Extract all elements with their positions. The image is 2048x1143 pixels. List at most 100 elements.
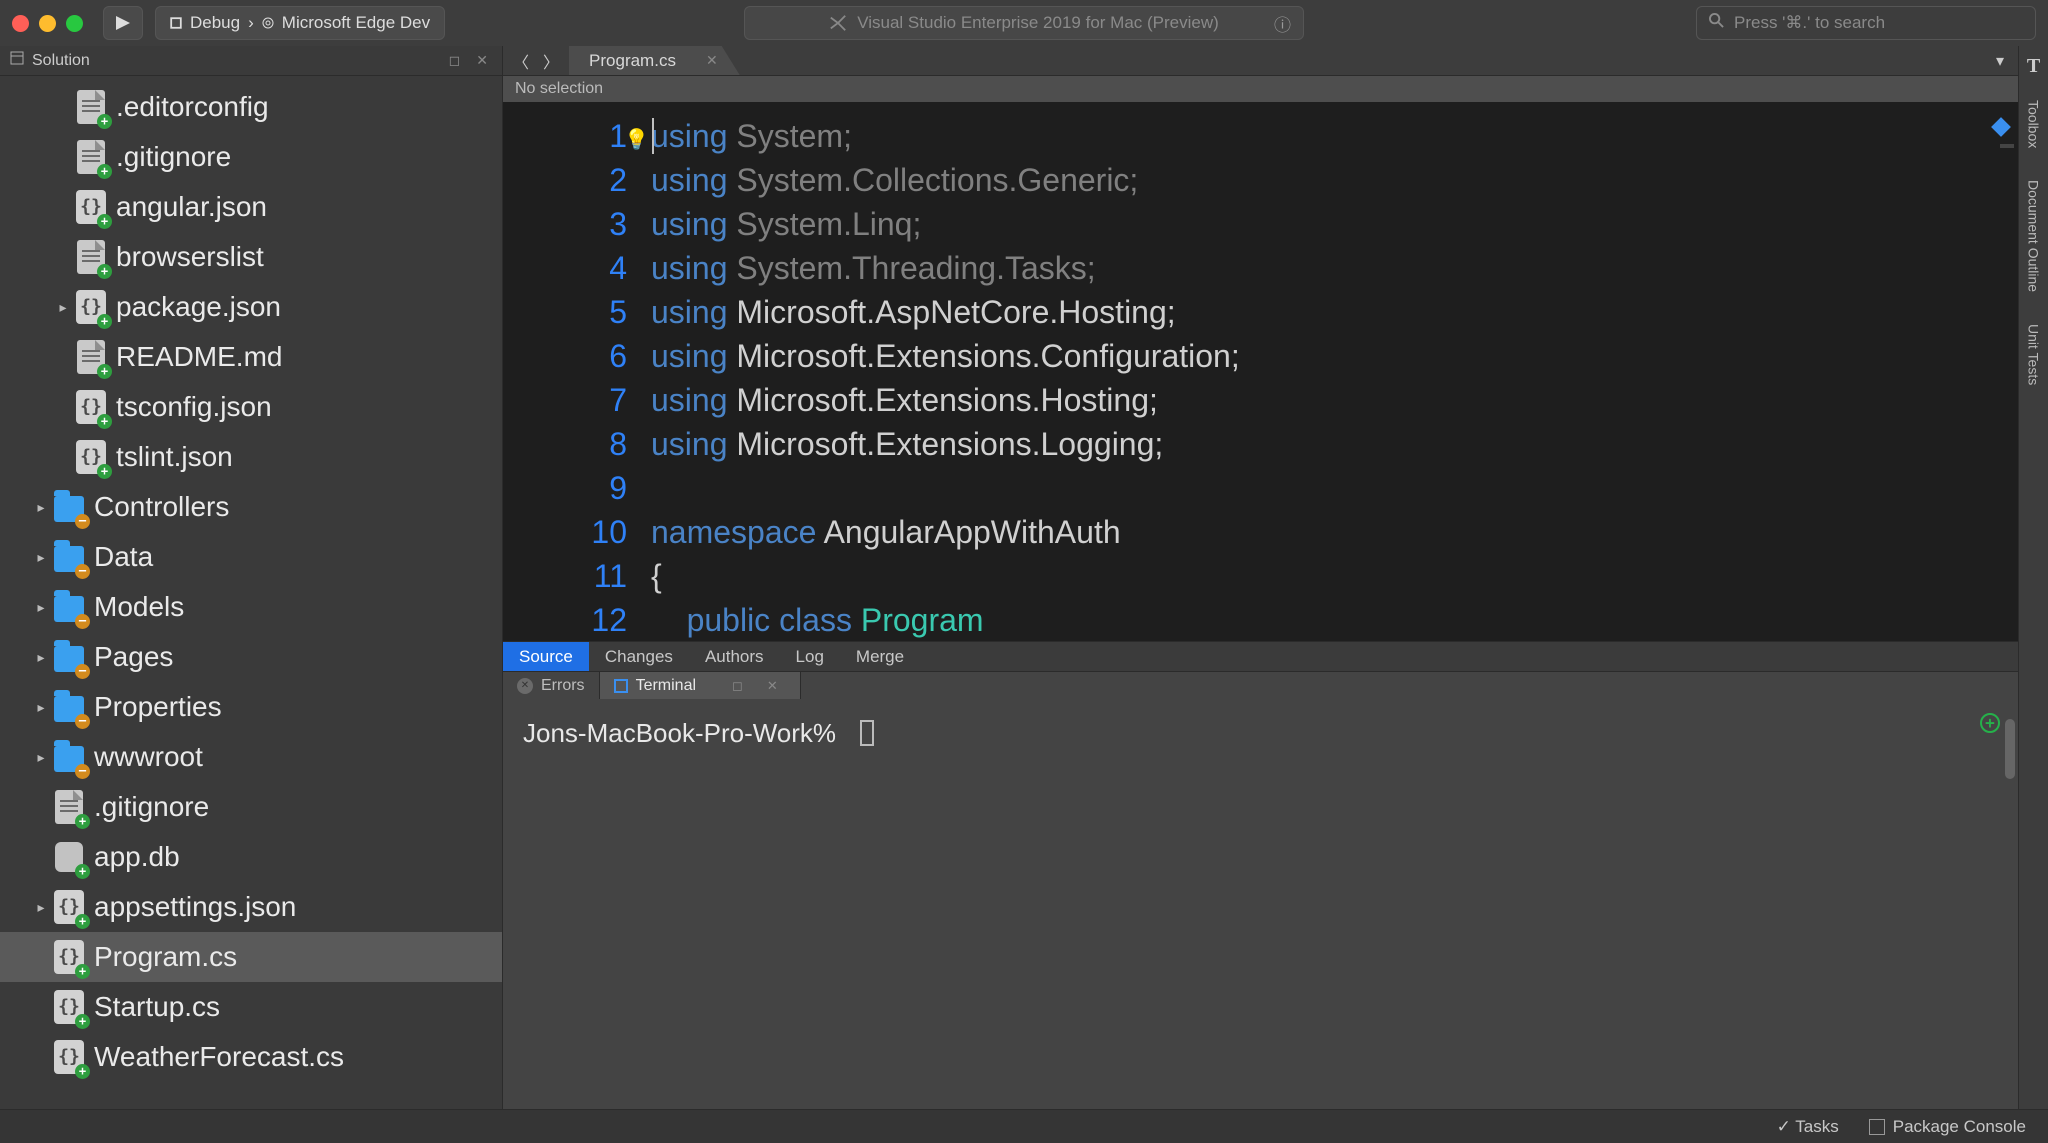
package-console-status[interactable]: Package Console [1869,1117,2026,1137]
source-control-tabs: SourceChangesAuthorsLogMerge [503,641,2018,671]
tree-item-label: package.json [116,291,281,323]
editor-tab-program[interactable]: Program.cs ✕ [569,46,740,75]
tasks-status[interactable]: Tasks [1777,1117,1839,1137]
package-console-label: Package Console [1893,1117,2026,1137]
overview-ruler[interactable] [1996,102,2018,641]
expander-icon[interactable]: ▸ [34,749,48,766]
tree-item-label: Controllers [94,491,229,523]
tree-item-label: WeatherForecast.cs [94,1041,344,1073]
new-terminal-icon[interactable]: + [1980,713,2000,733]
terminal-panel[interactable]: Jons-MacBook-Pro-Work% + [503,699,2018,1109]
solution-tree[interactable]: ▸.editorconfig▸.gitignore▸{}angular.json… [0,76,502,1109]
tree-item-label: Program.cs [94,941,237,973]
tree-item[interactable]: ▸{}angular.json [0,182,502,232]
bottom-panel-tabs: Errors Terminal ◻ ✕ [503,671,2018,699]
tree-item[interactable]: ▸Pages [0,632,502,682]
tree-item-label: wwwroot [94,741,203,773]
sc-tab-merge[interactable]: Merge [840,642,920,671]
nav-forward-icon[interactable]: 〉 [543,49,559,73]
expander-icon[interactable]: ▸ [34,499,48,516]
vcs-added-icon [75,864,90,879]
tree-item[interactable]: ▸{}tsconfig.json [0,382,502,432]
expander-icon[interactable]: ▸ [34,899,48,916]
tree-item-label: README.md [116,341,282,373]
errors-label: Errors [541,677,585,695]
vcs-added-icon [97,464,112,479]
info-icon[interactable]: ⓘ [1274,11,1291,36]
zoom-window-icon[interactable] [66,15,83,32]
sc-tab-log[interactable]: Log [780,642,840,671]
tree-item[interactable]: ▸app.db [0,832,502,882]
vcs-added-icon [97,364,112,379]
config-separator: › [248,13,254,33]
vcs-changed-icon [75,764,90,779]
expander-icon[interactable]: ▸ [34,699,48,716]
code-editor[interactable]: 💡 123456789101112 using System;using Sys… [503,102,2018,641]
pad-close-icon[interactable]: ✕ [759,678,786,694]
right-pad-tabs: T ToolboxDocument OutlineUnit Tests [2018,46,2048,1109]
editor-breadcrumb[interactable]: No selection [503,76,2018,102]
tree-item[interactable]: ▸{}tslint.json [0,432,502,482]
nav-back-icon[interactable]: 〈 [513,49,529,73]
tree-item[interactable]: ▸ Controllers [0,482,502,532]
tree-item[interactable]: ▸.gitignore [0,132,502,182]
terminal-prompt: Jons-MacBook-Pro-Work% [523,718,836,748]
pad-dock-icon[interactable]: ◻ [724,678,751,694]
tree-item-label: Models [94,591,184,623]
config-target-label: Microsoft Edge Dev [282,13,430,33]
errors-tab[interactable]: Errors [503,672,600,699]
vcs-added-icon [97,414,112,429]
global-search[interactable]: Press '⌘.' to search [1696,6,2036,40]
terminal-label: Terminal [636,677,696,695]
run-configuration-selector[interactable]: Debug › Microsoft Edge Dev [155,6,445,40]
terminal-scrollbar[interactable] [2005,719,2015,779]
visual-studio-icon [829,14,847,32]
tree-item[interactable]: ▸README.md [0,332,502,382]
tree-item[interactable]: ▸.editorconfig [0,82,502,132]
run-button[interactable] [103,6,143,40]
tree-item[interactable]: ▸{}Program.cs [0,932,502,982]
tree-item[interactable]: ▸Data [0,532,502,582]
expander-icon[interactable]: ▸ [34,599,48,616]
close-window-icon[interactable] [12,15,29,32]
solution-pad-title: Solution [32,52,90,70]
tree-item[interactable]: ▸{}appsettings.json [0,882,502,932]
tree-item[interactable]: ▸{}WeatherForecast.cs [0,1032,502,1082]
expander-icon[interactable]: ▸ [56,299,70,316]
tab-overflow-icon[interactable]: ▾ [1982,46,2018,75]
right-tab-document-outline[interactable]: Document Outline [2026,172,2042,300]
minimize-window-icon[interactable] [39,15,56,32]
tree-item-label: Properties [94,691,222,723]
search-placeholder: Press '⌘.' to search [1734,13,1885,33]
lightbulb-icon[interactable]: 💡 [624,118,649,162]
tree-item[interactable]: ▸ wwwroot [0,732,502,782]
vcs-changed-icon [75,664,90,679]
right-tab-toolbox[interactable]: Toolbox [2026,92,2042,156]
right-tab-unit-tests[interactable]: Unit Tests [2026,316,2042,393]
tree-item[interactable]: ▸browserslist [0,232,502,282]
vcs-added-icon [75,814,90,829]
vcs-added-icon [75,914,90,929]
tree-item[interactable]: ▸{}Startup.cs [0,982,502,1032]
vcs-added-icon [97,214,112,229]
expander-icon[interactable]: ▸ [34,549,48,566]
sc-tab-authors[interactable]: Authors [689,642,780,671]
tree-item-label: tsconfig.json [116,391,272,423]
line-gutter: 💡 123456789101112 [503,102,651,641]
pad-close-icon[interactable]: ✕ [472,52,492,69]
terminal-tab[interactable]: Terminal ◻ ✕ [600,672,801,699]
play-icon [116,16,130,30]
tree-item[interactable]: ▸ Properties [0,682,502,732]
tree-item[interactable]: ▸{}package.json [0,282,502,332]
vcs-added-icon [75,1014,90,1029]
tree-item-label: tslint.json [116,441,233,473]
vcs-added-icon [97,164,112,179]
sc-tab-source[interactable]: Source [503,642,589,671]
expander-icon[interactable]: ▸ [34,649,48,666]
tree-item[interactable]: ▸.gitignore [0,782,502,832]
titlebar: Debug › Microsoft Edge Dev Visual Studio… [0,0,2048,46]
tree-item[interactable]: ▸ Models [0,582,502,632]
close-tab-icon[interactable]: ✕ [706,52,718,69]
sc-tab-changes[interactable]: Changes [589,642,689,671]
pad-dock-icon[interactable]: ◻ [445,52,465,69]
